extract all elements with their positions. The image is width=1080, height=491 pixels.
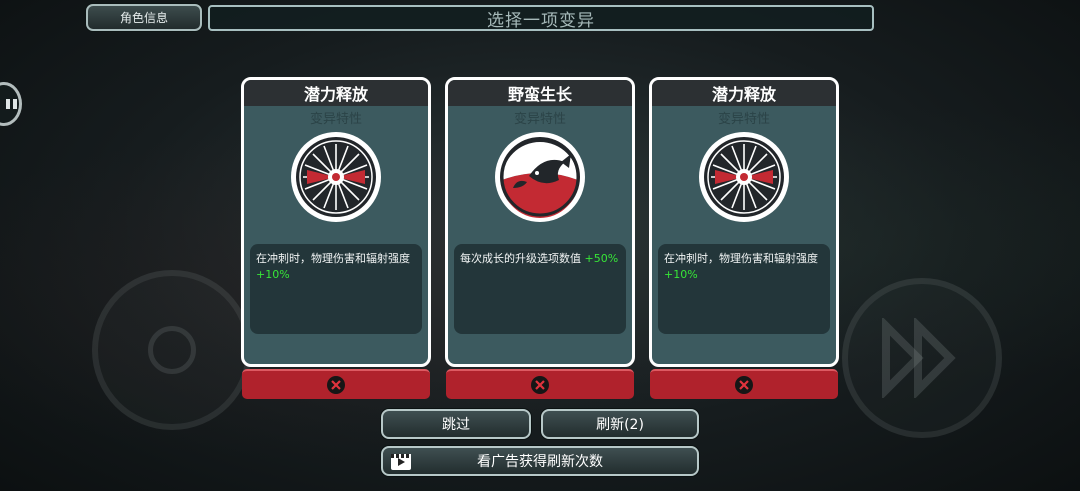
mutation-card-3[interactable]: 潜力释放 变异特性 在冲刺时，物理伤害和辐射强度 +10% [649, 77, 839, 367]
card-type: 变异特性 [309, 112, 362, 127]
joystick-knob[interactable] [148, 326, 196, 374]
bonus-value: +10% [664, 268, 698, 281]
close-icon [735, 376, 753, 394]
fish-yin-yang-icon [495, 132, 585, 222]
radial-burst-icon [291, 132, 381, 222]
mutation-card-2[interactable]: 野蛮生长 变异特性 每次成长的升级选项数值 +50% [445, 77, 635, 367]
card-title: 潜力释放 [244, 80, 428, 106]
description-text: 每次成长的升级选项数值 [460, 252, 581, 265]
watch-ad-button[interactable]: 看广告获得刷新次数 [381, 446, 699, 476]
description-text: 在冲刺时，物理伤害和辐射强度 [256, 252, 410, 265]
card-description: 在冲刺时，物理伤害和辐射强度 +10% [658, 244, 830, 334]
card-description: 在冲刺时，物理伤害和辐射强度 +10% [250, 244, 422, 334]
card-type: 变异特性 [717, 112, 770, 127]
skip-button[interactable]: 跳过 [381, 409, 531, 439]
card-1-dismiss-button[interactable] [242, 369, 430, 399]
description-text: 在冲刺时，物理伤害和辐射强度 [664, 252, 818, 265]
bonus-value: +10% [256, 268, 290, 281]
page-title: 选择一项变异 [208, 5, 874, 31]
radial-burst-icon [699, 132, 789, 222]
watch-ad-label: 看广告获得刷新次数 [477, 454, 603, 470]
card-description: 每次成长的升级选项数值 +50% [454, 244, 626, 334]
bonus-value: +50% [584, 252, 619, 265]
character-info-button[interactable]: 角色信息 [86, 4, 202, 31]
close-icon [327, 376, 345, 394]
fast-forward-icon [882, 318, 956, 398]
card-2-dismiss-button[interactable] [446, 369, 634, 399]
dash-button[interactable] [842, 278, 1002, 438]
card-type: 变异特性 [513, 112, 566, 127]
card-3-dismiss-button[interactable] [650, 369, 838, 399]
card-title: 野蛮生长 [448, 80, 632, 106]
virtual-joystick[interactable] [92, 270, 252, 430]
close-icon [531, 376, 549, 394]
refresh-button[interactable]: 刷新(2) [541, 409, 699, 439]
video-clapper-icon [391, 454, 411, 470]
mutation-card-1[interactable]: 潜力释放 变异特性 在冲刺时，物理伤害和辐射强度 +10% [241, 77, 431, 367]
card-title: 潜力释放 [652, 80, 836, 106]
